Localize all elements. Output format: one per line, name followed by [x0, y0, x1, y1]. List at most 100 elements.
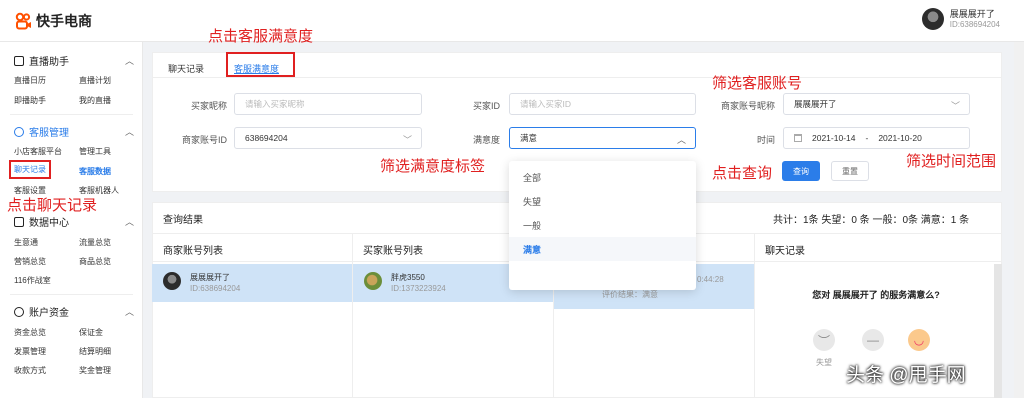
- chevron-up-icon: ︿: [124, 217, 134, 227]
- merchant-id-value: 638694204: [245, 133, 288, 143]
- sidebar-item-products[interactable]: 商品总览: [79, 256, 111, 267]
- video-icon: [14, 55, 24, 66]
- tab-satisfaction[interactable]: 客服满意度: [234, 62, 279, 75]
- chevron-up-icon: ︿: [124, 56, 134, 66]
- annotation-filter-account: 筛选客服账号: [712, 75, 803, 92]
- section-title: 客服管理: [29, 128, 69, 139]
- date-start[interactable]: 2021-10-14: [812, 133, 855, 143]
- session-result: 评价结果：满意: [602, 290, 658, 299]
- sidebar-item-116[interactable]: 116作战室: [14, 275, 51, 286]
- merchant-nick-select[interactable]: 展展展开了 ﹀: [783, 93, 970, 115]
- annotation-filter-label: 筛选满意度标签: [380, 158, 486, 175]
- chevron-up-icon: ︿: [124, 307, 134, 317]
- col-sep: [754, 234, 755, 398]
- sidebar-section-funds[interactable]: 账户资金 ︿: [14, 304, 134, 319]
- session-time: 0:44:28: [697, 275, 724, 284]
- merchant-nick-value: 展展展开了: [794, 99, 837, 109]
- chat-scrollbar[interactable]: [994, 264, 1002, 398]
- buyer-id-input[interactable]: 请输入买家ID: [509, 93, 696, 115]
- disappointed-face-icon[interactable]: ︶: [813, 329, 835, 351]
- merchant-nick-label: 商家账号昵称: [720, 101, 775, 111]
- section-title: 直播助手: [29, 57, 69, 68]
- merchant-name: 展展展开了: [190, 273, 230, 282]
- option-normal[interactable]: 一般: [509, 213, 696, 237]
- buyer-avatar: [364, 272, 382, 290]
- merchant-id-select[interactable]: 638694204 ﹀: [234, 127, 422, 149]
- sidebar-section-data[interactable]: 数据中心 ︿: [14, 214, 134, 229]
- logo-text: 快手电商: [36, 13, 92, 29]
- query-button[interactable]: 查询: [782, 161, 820, 181]
- results-title: 查询结果: [163, 215, 203, 226]
- buyer-nick-input[interactable]: 请输入买家昵称: [234, 93, 422, 115]
- watermark: 头条 @甩手网: [846, 365, 966, 386]
- sidebar-item-chat-records[interactable]: 聊天记录: [9, 160, 51, 179]
- sidebar-item-my-live[interactable]: 我的直播: [79, 95, 111, 106]
- merchant-row[interactable]: [152, 264, 352, 302]
- buyer-name: 胖虎3550: [391, 273, 425, 282]
- logo[interactable]: 快手电商: [14, 11, 92, 31]
- sidebar-item-fund-overview[interactable]: 资金总览: [14, 327, 46, 338]
- merchant-id: ID:638694204: [190, 284, 241, 293]
- annotation-filter-time: 筛选时间范围: [906, 153, 997, 170]
- sidebar-item-invoice[interactable]: 发票管理: [14, 346, 46, 357]
- satisfaction-label: 满意度: [472, 135, 500, 145]
- user-name: 展展展开了: [949, 8, 995, 19]
- merchant-avatar: [163, 272, 181, 290]
- chat-question: 您对 展展展开了 的服务满意么?: [812, 290, 940, 300]
- option-disappointed[interactable]: 失望: [509, 189, 696, 213]
- sidebar-item-manage-tools[interactable]: 管理工具: [79, 146, 111, 157]
- sidebar-item-live-helper[interactable]: 即播助手: [14, 95, 46, 106]
- date-range-picker[interactable]: 2021-10-14 - 2021-10-20: [783, 127, 970, 149]
- chevron-up-icon: ︿: [676, 135, 686, 145]
- option-all[interactable]: 全部: [509, 165, 696, 189]
- divider: [10, 294, 133, 295]
- sidebar: 直播助手 ︿ 直播日历 直播计划 即播助手 我的直播 客服管理 ︿ 小店客服平台…: [0, 42, 143, 398]
- user-avatar: [921, 8, 944, 30]
- divider: [10, 114, 133, 115]
- sidebar-item-traffic[interactable]: 流量总览: [79, 237, 111, 248]
- chevron-up-icon: ︿: [124, 127, 134, 137]
- satisfaction-value: 满意: [520, 133, 538, 143]
- top-header: 快手电商 展展展开了 ID:638694204: [0, 0, 1024, 42]
- user-menu[interactable]: 展展展开了 ID:638694204: [921, 8, 1000, 30]
- chevron-down-icon: ﹀: [402, 135, 412, 145]
- sidebar-item-live-plan[interactable]: 直播计划: [79, 75, 111, 86]
- page-scrollbar[interactable]: [1014, 42, 1024, 398]
- sidebar-item-payment[interactable]: 收款方式: [14, 365, 46, 376]
- sidebar-section-cs[interactable]: 客服管理 ︿: [14, 124, 134, 139]
- sidebar-item-live-calendar[interactable]: 直播日历: [14, 75, 46, 86]
- merchant-list-header: 商家账号列表: [163, 246, 223, 257]
- happy-face-icon[interactable]: ◡: [908, 329, 930, 351]
- neutral-face-icon[interactable]: —: [862, 329, 884, 351]
- chat-icon: [14, 126, 24, 137]
- tab-chat-records[interactable]: 聊天记录: [168, 62, 204, 75]
- reset-button[interactable]: 重置: [831, 161, 869, 181]
- sidebar-item-cs-platform[interactable]: 小店客服平台: [14, 146, 62, 157]
- sidebar-item-marketing[interactable]: 营销总览: [14, 256, 46, 267]
- results-summary: 共计：1条 失望：0 条 一般：0条 满意：1 条: [773, 215, 970, 226]
- chat-header: 聊天记录: [765, 246, 805, 257]
- tab-divider: [152, 77, 1002, 78]
- satisfaction-dropdown: 全部 失望 一般 满意: [509, 161, 696, 290]
- sidebar-item-settlement[interactable]: 结算明细: [79, 346, 111, 357]
- chart-icon: [14, 216, 24, 227]
- yen-icon: [14, 306, 24, 317]
- buyer-id: ID:1373223924: [391, 284, 446, 293]
- section-title: 数据中心: [29, 218, 69, 229]
- sidebar-item-bonus[interactable]: 奖金管理: [79, 365, 111, 376]
- kuaishou-logo-icon: [15, 12, 31, 30]
- sidebar-item-shengyitong[interactable]: 生意通: [14, 237, 38, 248]
- sidebar-item-deposit[interactable]: 保证金: [79, 327, 103, 338]
- sidebar-item-cs-data[interactable]: 客服数据: [79, 166, 111, 177]
- buyer-list-header: 买家账号列表: [363, 246, 423, 257]
- date-end[interactable]: 2021-10-20: [878, 133, 921, 143]
- option-satisfied[interactable]: 满意: [509, 237, 696, 261]
- sidebar-section-live[interactable]: 直播助手 ︿: [14, 53, 134, 68]
- user-id: ID:638694204: [949, 19, 1000, 29]
- chevron-down-icon: ﹀: [950, 101, 960, 111]
- date-separator: -: [865, 133, 869, 143]
- annotation-click-satisfaction: 点击客服满意度: [208, 28, 314, 45]
- buyer-nick-label: 买家昵称: [190, 101, 227, 111]
- annotation-click-query: 点击查询: [712, 165, 773, 182]
- satisfaction-select[interactable]: 满意 ︿: [509, 127, 696, 149]
